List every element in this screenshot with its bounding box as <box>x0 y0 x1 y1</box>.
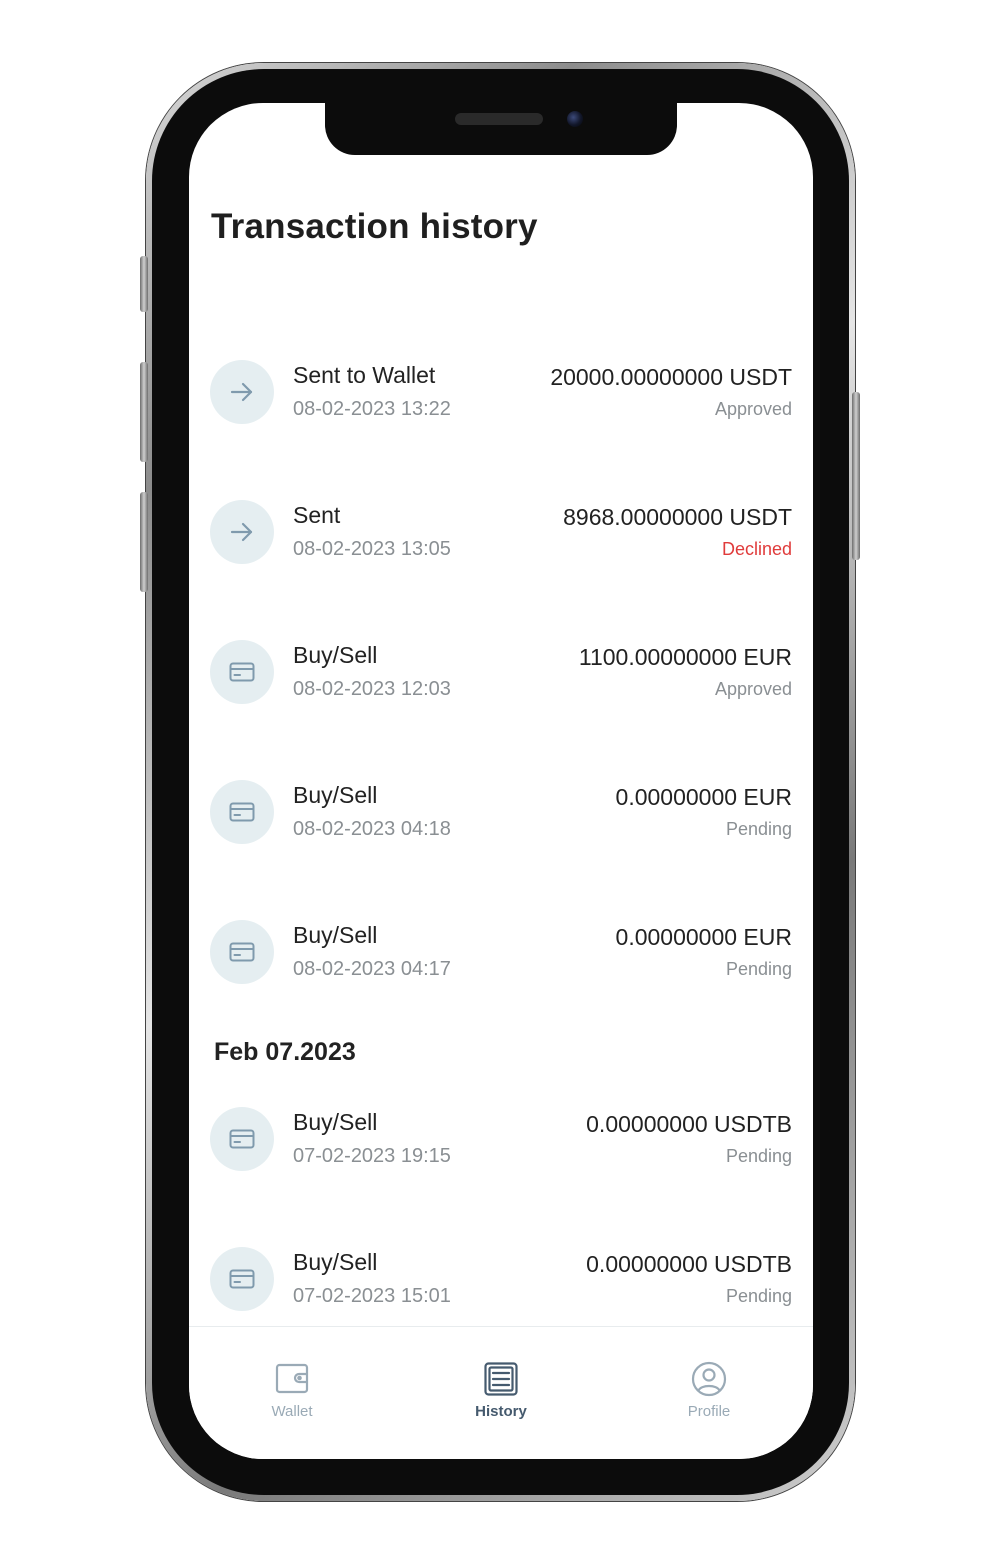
card-icon <box>210 1107 274 1171</box>
nav-label-wallet: Wallet <box>271 1403 313 1420</box>
mute-switch <box>140 256 148 312</box>
arrow-right-icon <box>210 500 274 564</box>
transaction-title: Buy/Sell <box>293 1249 378 1275</box>
nav-item-history[interactable]: History <box>441 1361 561 1431</box>
transaction-amount: 0.00000000 EUR <box>615 784 792 810</box>
phone-screen: Transaction history Sent to Wallet 08-02… <box>189 103 813 1459</box>
card-icon <box>210 640 274 704</box>
arrow-right-icon <box>210 360 274 424</box>
transaction-amount: 20000.00000000 USDT <box>550 364 792 390</box>
transaction-status: Pending <box>725 1146 792 1166</box>
transaction-title: Buy/Sell <box>293 642 378 668</box>
transaction-amount: 0.00000000 USDTB <box>586 1111 792 1137</box>
wallet-icon <box>275 1363 309 1394</box>
profile-icon <box>691 1361 727 1397</box>
transaction-title: Buy/Sell <box>293 922 378 948</box>
transaction-row[interactable]: Sent to Wallet 08-02-2023 13:22 20000.00… <box>210 360 792 426</box>
transaction-status: Approved <box>714 679 792 699</box>
transaction-date: 07-02-2023 19:15 <box>293 1145 451 1167</box>
power-button <box>852 392 860 560</box>
transaction-title: Buy/Sell <box>293 1109 378 1135</box>
transaction-title: Sent <box>293 502 341 528</box>
transaction-row[interactable]: Buy/Sell 07-02-2023 19:15 0.00000000 USD… <box>210 1107 792 1173</box>
transaction-row[interactable]: Buy/Sell 08-02-2023 04:17 0.00000000 EUR… <box>210 920 792 986</box>
volume-down-button <box>140 492 148 592</box>
nav-item-wallet[interactable]: Wallet <box>232 1361 352 1431</box>
transaction-date: 07-02-2023 15:01 <box>293 1285 451 1307</box>
transaction-row[interactable]: Buy/Sell 08-02-2023 04:18 0.00000000 EUR… <box>210 780 792 846</box>
transaction-status: Pending <box>725 1286 792 1306</box>
card-icon <box>210 1247 274 1311</box>
nav-label-history: History <box>475 1403 527 1420</box>
card-icon <box>210 780 274 844</box>
transaction-amount: 0.00000000 EUR <box>615 924 792 950</box>
transaction-title: Sent to Wallet <box>293 362 436 388</box>
transaction-title: Buy/Sell <box>293 782 378 808</box>
transaction-amount: 8968.00000000 USDT <box>563 504 792 530</box>
transaction-list: Sent to Wallet 08-02-2023 13:22 20000.00… <box>189 103 813 1326</box>
transaction-date: 08-02-2023 13:05 <box>293 538 451 560</box>
transaction-status: Pending <box>725 959 792 979</box>
transaction-row[interactable]: Buy/Sell 07-02-2023 15:01 0.00000000 USD… <box>210 1247 792 1313</box>
date-group-header: Feb 07.2023 <box>214 1038 356 1066</box>
transaction-date: 08-02-2023 12:03 <box>293 678 451 700</box>
transaction-amount: 1100.00000000 EUR <box>578 644 792 670</box>
transaction-status: Declined <box>721 539 792 559</box>
transaction-date: 08-02-2023 04:17 <box>293 958 451 980</box>
nav-label-profile: Profile <box>687 1403 731 1420</box>
transaction-status: Approved <box>714 399 792 419</box>
volume-up-button <box>140 362 148 462</box>
transaction-date: 08-02-2023 13:22 <box>293 398 451 420</box>
transaction-row[interactable]: Buy/Sell 08-02-2023 12:03 1100.00000000 … <box>210 640 792 706</box>
transaction-date: 08-02-2023 04:18 <box>293 818 451 840</box>
nav-item-profile[interactable]: Profile <box>649 1361 769 1431</box>
history-list-icon <box>484 1362 518 1396</box>
card-icon <box>210 920 274 984</box>
bottom-navigation: Wallet History Profile <box>189 1326 813 1459</box>
transaction-status: Pending <box>725 819 792 839</box>
transaction-row[interactable]: Sent 08-02-2023 13:05 8968.00000000 USDT… <box>210 500 792 566</box>
transaction-amount: 0.00000000 USDTB <box>586 1251 792 1277</box>
